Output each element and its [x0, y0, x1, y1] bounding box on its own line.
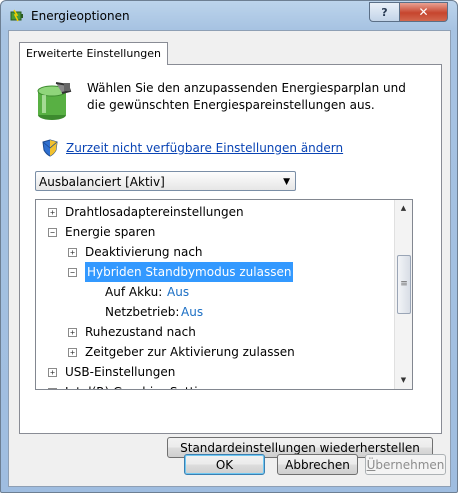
- tree-item-energy-saving[interactable]: − Energie sparen: [36, 222, 394, 242]
- tree-item-label: USB-Einstellungen: [65, 365, 176, 379]
- grip-icon: ≡: [400, 279, 408, 289]
- scroll-up-icon[interactable]: ▲: [395, 200, 412, 217]
- uac-shield-icon: [42, 139, 58, 157]
- ok-button[interactable]: OK: [184, 454, 265, 475]
- tab-advanced-settings[interactable]: Erweiterte Einstellungen: [19, 42, 168, 65]
- energy-options-window: Energieoptionen ? ✕ Erweiterte Einstellu…: [0, 0, 458, 493]
- on-battery-value[interactable]: Aus: [167, 282, 189, 302]
- tree-item-label: Energie sparen: [65, 225, 156, 239]
- tree-item-intel-graphics[interactable]: + Intel(R) Graphics Settings: [36, 382, 394, 389]
- scroll-down-icon[interactable]: ▼: [395, 372, 412, 389]
- tree-item-hibernate-after[interactable]: + Ruhezustand nach: [36, 322, 394, 342]
- tree-scrollbar[interactable]: ▲ ≡ ▼: [394, 200, 412, 389]
- cancel-button[interactable]: Abbrechen: [277, 454, 358, 475]
- tree-item-wireless-adapter[interactable]: + Drahtlosadaptereinstellungen: [36, 202, 394, 222]
- collapse-icon[interactable]: −: [68, 268, 77, 277]
- intro-description: Wählen Sie den anzupassenden Energiespar…: [87, 81, 406, 112]
- expand-icon[interactable]: +: [48, 388, 57, 389]
- tree-item-wake-timers[interactable]: + Zeitgeber zur Aktivierung zulassen: [36, 342, 394, 362]
- tree-item-label: Drahtlosadaptereinstellungen: [65, 205, 244, 219]
- expand-icon[interactable]: +: [68, 248, 77, 257]
- expand-icon[interactable]: +: [48, 368, 57, 377]
- title-bar[interactable]: Energieoptionen ? ✕: [1, 1, 457, 29]
- window-title: Energieoptionen: [31, 9, 130, 23]
- tree-item-deactivate-after[interactable]: + Deaktivierung nach: [36, 242, 394, 262]
- power-plan-value: Ausbalanciert [Aktiv]: [39, 175, 165, 189]
- expand-icon[interactable]: +: [48, 208, 57, 217]
- expand-icon[interactable]: +: [68, 348, 77, 357]
- tab-panel: Wählen Sie den anzupassenden Energiespar…: [19, 64, 442, 458]
- tree-item-label-selected: Hybriden Standbymodus zulassen: [85, 262, 294, 282]
- collapse-icon[interactable]: −: [48, 228, 57, 237]
- expand-icon[interactable]: +: [68, 328, 77, 337]
- tree-item-usb-settings[interactable]: + USB-Einstellungen: [36, 362, 394, 382]
- plugged-in-value[interactable]: Aus: [181, 302, 203, 322]
- tree-item-on-battery[interactable]: Auf Akku: Aus: [36, 282, 394, 302]
- power-plan-dropdown[interactable]: Ausbalanciert [Aktiv] ▼: [35, 171, 296, 191]
- power-battery-icon: [37, 82, 72, 120]
- tree-item-label: Ruhezustand nach: [85, 325, 196, 339]
- tree-item-label: Intel(R) Graphics Settings: [65, 382, 219, 389]
- close-icon: ✕: [418, 5, 429, 19]
- close-button[interactable]: ✕: [399, 2, 448, 22]
- tree-item-label: Zeitgeber zur Aktivierung zulassen: [85, 345, 295, 359]
- tree-item-hybrid-standby[interactable]: − Hybriden Standbymodus zulassen: [36, 262, 394, 282]
- apply-button[interactable]: Übernehmen: [365, 454, 446, 475]
- battery-plug-icon: [10, 9, 23, 22]
- tree-item-label: Deaktivierung nach: [85, 245, 203, 259]
- help-button[interactable]: ?: [369, 2, 400, 22]
- scroll-thumb[interactable]: ≡: [397, 255, 411, 314]
- dialog-client-area: Erweiterte Einstellungen Wählen Sie den …: [8, 30, 451, 487]
- apply-button-label: bernehmen: [375, 458, 445, 472]
- setting-label: Netzbetrieb:: [105, 305, 180, 319]
- setting-label: Auf Akku:: [105, 285, 163, 299]
- tree-item-plugged-in[interactable]: Netzbetrieb: Aus: [36, 302, 394, 322]
- help-icon: ?: [381, 5, 388, 19]
- change-unavailable-settings-link[interactable]: Zurzeit nicht verfügbare Einstellungen ä…: [66, 141, 343, 155]
- chevron-down-icon: ▼: [283, 177, 290, 187]
- settings-tree[interactable]: + Drahtlosadaptereinstellungen − Energie…: [35, 199, 413, 390]
